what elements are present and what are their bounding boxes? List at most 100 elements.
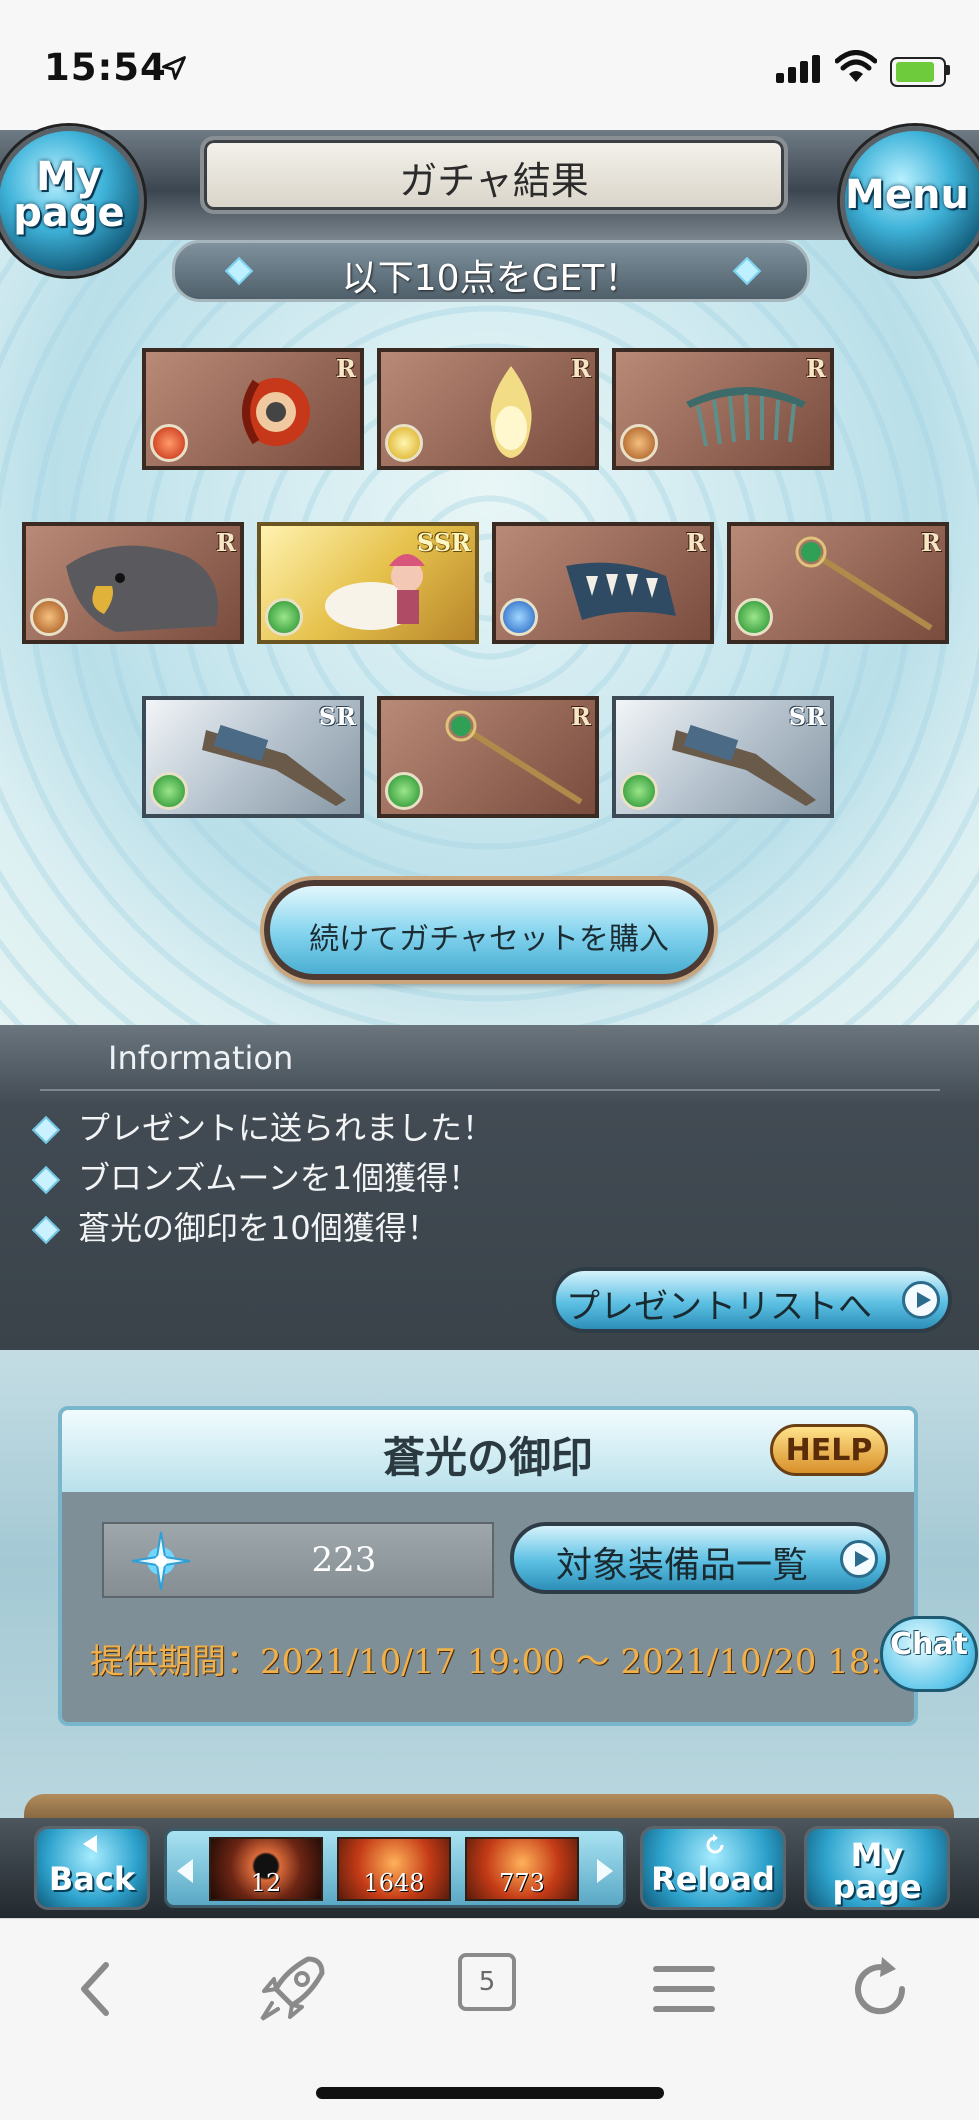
eagle-summon-icon	[66, 545, 218, 632]
rarity-badge: R	[571, 702, 591, 731]
seal-panel: 蒼光の御印 HELP 223 対象装備品一覧 提供期間：2021/10/17 1…	[58, 1406, 925, 1726]
back-chevron-icon[interactable]	[56, 1949, 136, 2029]
play-arrow-icon	[902, 1281, 940, 1319]
axe-weapon-icon	[242, 378, 310, 446]
clock: 15:54	[44, 46, 167, 89]
buy-gacha-set-label: 続けてガチャセットを購入	[309, 922, 669, 957]
play-arrow-icon	[840, 1540, 878, 1578]
mypage-nav-label-1: My	[850, 1836, 904, 1874]
info-line: プレゼントに送られました！	[31, 1103, 494, 1149]
rarity-badge: R	[806, 354, 826, 383]
mypage-nav-label-2: page	[832, 1868, 922, 1906]
item-card[interactable]: R	[612, 348, 834, 470]
strip-item-count: 12	[250, 1869, 282, 1897]
item-card[interactable]: R	[727, 522, 949, 644]
strip-item[interactable]: 773	[465, 1837, 579, 1901]
rarity-badge: R	[571, 354, 591, 383]
tab-count: 5	[478, 1967, 496, 1997]
mypage-button[interactable]: My page	[0, 126, 144, 276]
gacha-result-screen: ガチャ結果 My page Menu 以下10点をGET！ R R R R SS…	[0, 126, 979, 1025]
reload-page-icon[interactable]	[840, 1949, 920, 2029]
battery-level	[896, 62, 934, 82]
offer-period: 提供期間：2021/10/17 19:00 〜 2021/10/20 18:59	[90, 1642, 926, 1682]
reload-button[interactable]: Reload	[640, 1826, 786, 1910]
browser-toolbar: 5	[0, 1918, 979, 2120]
information-panel: Information プレゼントに送られました！ ブロンズムーンを1個獲得！ …	[0, 1025, 979, 1350]
tabs-button[interactable]: 5	[458, 1953, 516, 2011]
wind-element-icon	[735, 598, 773, 636]
cell-signal-icon	[776, 55, 824, 83]
strip-item[interactable]: 1648	[337, 1837, 451, 1901]
earth-element-icon	[620, 424, 658, 462]
strip-item[interactable]: 12	[209, 1837, 323, 1901]
wind-element-icon	[620, 772, 658, 810]
chat-label: Chat	[890, 1627, 968, 1662]
game-bottom-nav: Back 12 1648 773 Reload My page	[0, 1818, 979, 1918]
item-card[interactable]: R	[377, 348, 599, 470]
staff-weapon-icon	[445, 710, 583, 805]
info-line: 蒼光の御印を10個獲得！	[31, 1203, 439, 1249]
item-card[interactable]: SR	[612, 696, 834, 818]
rocket-icon[interactable]	[252, 1949, 332, 2029]
flame-spirit-icon	[490, 366, 532, 458]
seal-count-box: 223	[102, 1522, 494, 1598]
info-line-text: ブロンズムーンを1個獲得！	[78, 1159, 481, 1197]
strip-right-arrow-icon[interactable]	[597, 1859, 613, 1883]
staff-weapon-icon	[795, 536, 933, 631]
seal-count: 223	[311, 1540, 377, 1580]
rarity-badge: R	[336, 354, 356, 383]
buy-gacha-set-button[interactable]: 続けてガチャセットを購入	[264, 880, 714, 980]
strip-item-count: 773	[499, 1869, 545, 1897]
fire-element-icon	[150, 424, 188, 462]
battery-icon	[890, 57, 946, 87]
reload-icon	[706, 1834, 724, 1854]
item-card[interactable]: R	[22, 522, 244, 644]
chat-button[interactable]: Chat	[880, 1616, 978, 1692]
strip-left-arrow-icon[interactable]	[177, 1859, 193, 1883]
diamond-bullet-icon	[31, 1165, 61, 1195]
item-card[interactable]: R	[492, 522, 714, 644]
earth-element-icon	[30, 598, 68, 636]
light-element-icon	[385, 424, 423, 462]
battery-tip	[946, 65, 950, 75]
info-line: ブロンズムーンを1個獲得！	[31, 1153, 481, 1199]
rarity-badge: R	[921, 528, 941, 557]
seal-header: 蒼光の御印 HELP	[62, 1410, 914, 1492]
status-bar: 15:54	[0, 0, 979, 130]
reload-label: Reload	[651, 1860, 775, 1898]
help-label: HELP	[785, 1433, 873, 1468]
rarity-badge: R	[216, 528, 236, 557]
target-equipment-label: 対象装備品一覧	[556, 1545, 809, 1586]
water-element-icon	[500, 598, 538, 636]
mypage-nav-button[interactable]: My page	[804, 1826, 950, 1910]
back-button[interactable]: Back	[34, 1826, 150, 1910]
menu-button[interactable]: Menu	[840, 126, 979, 276]
help-button[interactable]: HELP	[770, 1424, 888, 1476]
present-list-label: プレゼントリストへ	[566, 1287, 872, 1327]
divider	[40, 1089, 940, 1091]
present-list-button[interactable]: プレゼントリストへ	[552, 1267, 952, 1333]
get-banner: 以下10点をGET！	[172, 240, 810, 302]
item-card[interactable]: SR	[142, 696, 364, 818]
target-equipment-list-button[interactable]: 対象装備品一覧	[510, 1522, 890, 1594]
back-label: Back	[48, 1860, 136, 1898]
diamond-bullet-icon	[31, 1115, 61, 1145]
location-arrow-icon	[162, 56, 186, 80]
get-banner-text: 以下10点をGET！	[341, 258, 641, 299]
item-card[interactable]: SSR	[257, 522, 479, 644]
menu-lines-icon[interactable]	[644, 1949, 724, 2029]
item-card[interactable]: R	[142, 348, 364, 470]
rarity-badge: R	[686, 528, 706, 557]
home-indicator	[316, 2087, 664, 2099]
wind-element-icon	[265, 598, 303, 636]
claw-weapon-icon	[566, 562, 676, 620]
seal-section: 蒼光の御印 HELP 223 対象装備品一覧 提供期間：2021/10/17 1…	[0, 1350, 979, 1834]
item-card[interactable]: R	[377, 696, 599, 818]
strip-item-count: 1648	[363, 1869, 425, 1897]
wind-element-icon	[150, 772, 188, 810]
blue-star-seal-icon	[131, 1531, 191, 1591]
back-arrow-icon	[83, 1835, 97, 1853]
diamond-bullet-icon	[31, 1215, 61, 1245]
rarity-badge: SR	[318, 702, 356, 731]
rarity-badge: SR	[788, 702, 826, 731]
